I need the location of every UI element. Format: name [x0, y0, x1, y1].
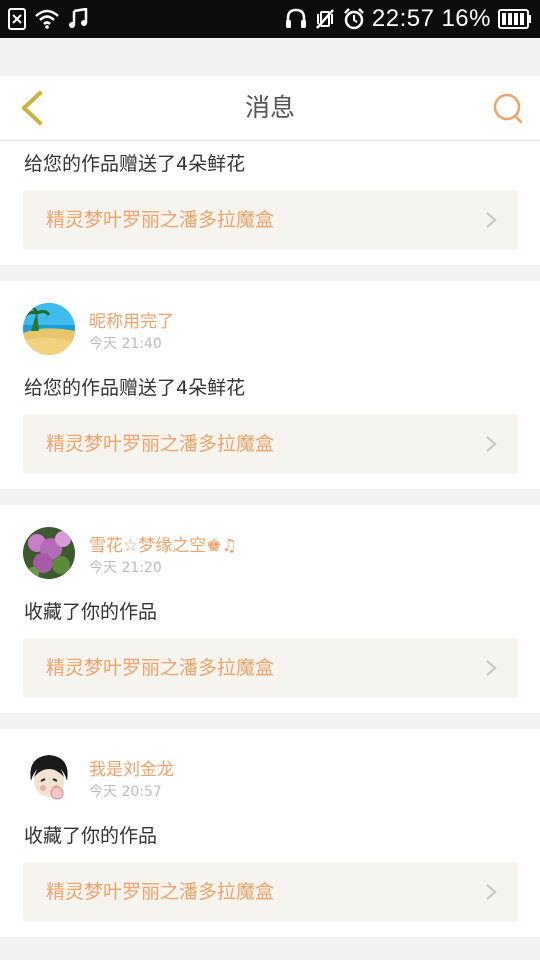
music-note-icon [68, 8, 88, 30]
work-link[interactable]: 精灵梦叶罗丽之潘多拉魔盒 [23, 190, 518, 250]
message-card: 雪花☆梦缘之空♚♫ 今天 21:20 收藏了你的作品 精灵梦叶罗丽之潘多拉魔盒 [0, 505, 540, 713]
work-link[interactable]: 精灵梦叶罗丽之潘多拉魔盒 [23, 414, 518, 474]
sim-none-icon [8, 8, 26, 30]
message-time: 今天 21:20 [89, 560, 162, 576]
message-card: 昵称用完了 今天 21:40 给您的作品赠送了4朵鲜花 精灵梦叶罗丽之潘多拉魔盒 [0, 281, 540, 489]
status-time: 22:57 [371, 5, 435, 32]
chevron-right-icon [486, 436, 497, 452]
chevron-right-icon [486, 212, 497, 228]
chevron-right-icon [486, 884, 497, 900]
work-title: 精灵梦叶罗丽之潘多拉魔盒 [46, 433, 275, 455]
status-bar: 22:57 16% [0, 0, 540, 38]
headphones-icon [285, 8, 307, 30]
avatar[interactable] [23, 303, 75, 355]
nav-bar: 消息 [0, 76, 540, 141]
message-action-text: 收藏了你的作品 [24, 601, 158, 623]
message-card: 我是刘金龙 今天 20:57 收藏了你的作品 精灵梦叶罗丽之潘多拉魔盒 [0, 729, 540, 937]
page-title: 消息 [244, 93, 295, 122]
message-action-text: 收藏了你的作品 [24, 825, 158, 847]
vibrate-off-icon [314, 8, 336, 30]
username[interactable]: 雪花☆梦缘之空♚♫ [89, 531, 237, 556]
work-link[interactable]: 精灵梦叶罗丽之潘多拉魔盒 [23, 862, 518, 922]
username[interactable]: 我是刘金龙 [89, 755, 174, 780]
battery-percent: 16% [441, 5, 491, 32]
avatar[interactable] [23, 527, 75, 579]
search-button[interactable] [490, 90, 526, 126]
chevron-right-icon [486, 660, 497, 676]
username[interactable]: 昵称用完了 [89, 307, 174, 332]
message-action-text: 给您的作品赠送了4朵鲜花 [24, 153, 246, 175]
work-title: 精灵梦叶罗丽之潘多拉魔盒 [46, 209, 275, 231]
message-time: 今天 21:40 [89, 336, 162, 352]
avatar[interactable] [23, 751, 75, 803]
wifi-icon [34, 8, 60, 30]
message-time: 今天 20:57 [89, 784, 162, 800]
work-title: 精灵梦叶罗丽之潘多拉魔盒 [46, 657, 275, 679]
work-link[interactable]: 精灵梦叶罗丽之潘多拉魔盒 [23, 638, 518, 698]
message-action-text: 给您的作品赠送了4朵鲜花 [24, 377, 246, 399]
alarm-clock-icon [343, 8, 365, 30]
message-card: 给您的作品赠送了4朵鲜花 精灵梦叶罗丽之潘多拉魔盒 [0, 141, 540, 265]
battery-icon [498, 9, 532, 29]
message-list[interactable]: 给您的作品赠送了4朵鲜花 精灵梦叶罗丽之潘多拉魔盒 昵称用完了 今天 21:40… [0, 141, 540, 960]
search-icon [493, 93, 523, 124]
work-title: 精灵梦叶罗丽之潘多拉魔盒 [46, 881, 275, 903]
